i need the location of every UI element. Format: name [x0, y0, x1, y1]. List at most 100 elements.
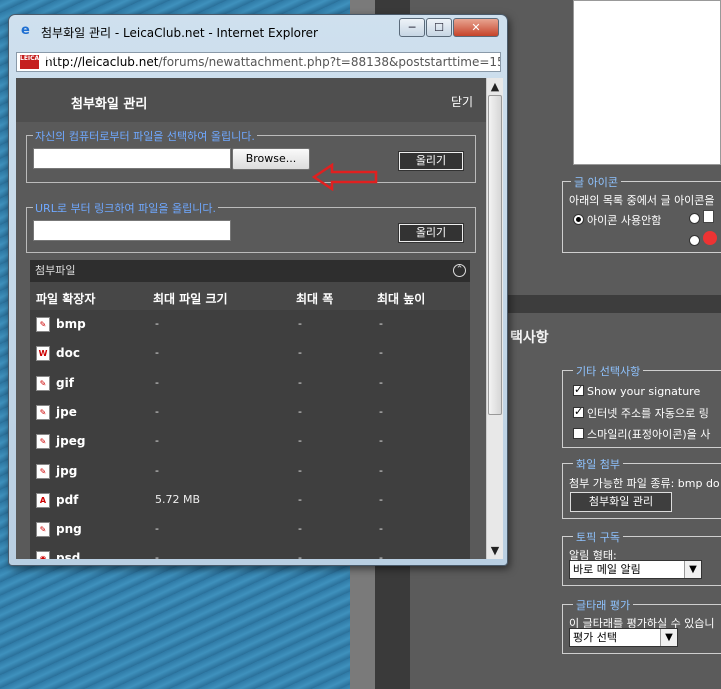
file-extension: pdf — [56, 492, 79, 507]
address-bar[interactable]: LEICA CLUB http://leicaclub.net/forums/n… — [16, 52, 501, 72]
attach-manager-header: 첨부화일 관리 닫기 — [16, 78, 486, 122]
attachments-columns: 파일 확장자 최대 파일 크기 최대 폭 최대 높이 — [30, 282, 470, 310]
upload-url-button[interactable]: 올리기 — [398, 223, 464, 243]
window-title: 첨부화일 관리 - LeicaClub.net - Internet Explo… — [41, 26, 318, 40]
post-icon-legend: 글 아이콘 — [571, 174, 621, 190]
site-favicon: LEICA CLUB — [20, 55, 59, 69]
local-file-input[interactable] — [33, 148, 231, 169]
file-max-height: - — [379, 492, 383, 506]
file-type-row: ✎ jpg - - - — [30, 457, 470, 486]
smilies-option[interactable]: 스마일리(표정아이콘)을 사 — [573, 426, 710, 442]
close-link[interactable]: 닫기 — [451, 93, 473, 110]
file-type-row: ✎ png - - - — [30, 515, 470, 544]
file-type-row: Wdoc - - - — [30, 339, 470, 368]
browse-button[interactable]: Browse... — [232, 148, 310, 170]
upload-url-legend: URL로 부터 링크하여 파일을 올립니다. — [33, 200, 218, 216]
file-max-width: - — [298, 463, 302, 477]
file-max-size: - — [155, 317, 159, 330]
attach-manager-content: 첨부화일 관리 닫기 자신의 컴퓨터로부터 파일을 선택하여 올립니다. Bro… — [16, 78, 486, 559]
red-arrow-annotation — [312, 163, 378, 191]
angry-face-icon — [703, 231, 717, 245]
background-band — [505, 295, 721, 313]
notify-select[interactable]: 바로 메일 알림 ▼ — [569, 560, 702, 579]
attach-manager-button[interactable]: 첨부화일 관리 — [570, 492, 672, 512]
file-max-height: - — [379, 346, 383, 360]
chevron-down-icon: ▼ — [684, 561, 701, 578]
file-max-width: - — [298, 375, 302, 389]
col-max-size: 최대 파일 크기 — [153, 292, 228, 306]
file-max-width: - — [298, 346, 302, 360]
rating-select[interactable]: 평가 선택 ▼ — [569, 628, 678, 647]
attach-legend: 화일 첨부 — [573, 456, 623, 472]
post-icon-desc: 아래의 목록 중에서 글 아이콘을 — [569, 194, 715, 207]
file-max-height: - — [379, 434, 383, 448]
maximize-button[interactable]: ☐ — [426, 18, 452, 37]
upload-url-fieldset: URL로 부터 링크하여 파일을 올립니다. 올리기 — [26, 200, 476, 253]
file-extension: gif — [56, 375, 74, 390]
url-input[interactable] — [33, 220, 231, 241]
file-max-height: - — [379, 551, 383, 559]
scroll-up-icon[interactable]: ▲ — [487, 78, 503, 95]
close-button[interactable]: ✕ — [453, 18, 499, 37]
address-path: /forums/newattachment.php?t=88138&postst… — [158, 55, 501, 69]
attachments-panel: 첨부파일 ⌃ 파일 확장자 최대 파일 크기 최대 폭 최대 높이 ✎ bmp - -… — [30, 260, 470, 559]
file-max-size: - — [155, 551, 159, 559]
file-max-size: - — [155, 404, 159, 418]
upload-local-legend: 자신의 컴퓨터로부터 파일을 선택하여 올립니다. — [33, 128, 257, 144]
icon-option-2[interactable] — [689, 231, 717, 248]
attach-types: 첨부 가능한 파일 종류: bmp do — [569, 477, 720, 490]
scroll-thumb[interactable] — [488, 95, 502, 415]
vertical-scrollbar[interactable]: ▲ ▼ — [486, 78, 503, 559]
file-max-height: - — [379, 522, 383, 536]
file-extension: jpe — [56, 404, 77, 419]
internet-explorer-icon: e — [21, 23, 30, 38]
file-max-width: - — [298, 522, 302, 536]
psd-file-icon: ◉ — [36, 551, 50, 559]
image-file-icon: ✎ — [36, 463, 50, 479]
file-max-size: - — [155, 346, 159, 360]
image-file-icon: ✎ — [36, 522, 50, 538]
upload-local-button[interactable]: 올리기 — [398, 151, 464, 171]
image-file-icon: ✎ — [36, 434, 50, 450]
collapse-icon[interactable]: ⌃ — [453, 264, 466, 277]
ie-popup-window: e 첨부화일 관리 - LeicaClub.net - Internet Exp… — [8, 14, 508, 566]
attach-fieldset: 화일 첨부 첨부 가능한 파일 종류: bmp do 첨부화일 관리 — [562, 456, 721, 519]
file-type-row: ✎ gif - - - — [30, 369, 470, 398]
file-max-width: - — [298, 317, 302, 330]
col-extension: 파일 확장자 — [36, 292, 96, 306]
autolink-checkbox[interactable] — [573, 405, 584, 418]
icon-radio-2[interactable] — [689, 235, 700, 246]
file-type-row: ◉ psd - - - — [30, 544, 470, 559]
smilies-checkbox[interactable] — [573, 428, 584, 439]
no-icon-option[interactable]: 아이콘 사용안함 — [573, 212, 661, 228]
file-type-row: ✎ bmp - - - — [30, 310, 470, 339]
file-type-row: ✎ jpe - - - — [30, 398, 470, 427]
chevron-down-icon: ▼ — [660, 629, 677, 646]
file-extension: bmp — [56, 317, 86, 331]
file-max-height: - — [379, 317, 383, 330]
signature-checkbox[interactable] — [573, 383, 584, 396]
file-extension: jpeg — [56, 434, 86, 449]
no-icon-radio[interactable] — [573, 214, 584, 225]
rating-fieldset: 글타래 평가 이 글타래를 평가하실 수 있습니 평가 선택 ▼ — [562, 597, 721, 654]
file-max-size: - — [155, 375, 159, 389]
icon-radio-1[interactable] — [689, 213, 700, 224]
file-max-width: - — [298, 492, 302, 506]
signature-option[interactable]: Show your signature — [573, 383, 700, 398]
autolink-option[interactable]: 인터넷 주소를 자동으로 링 — [573, 405, 709, 421]
scroll-down-icon[interactable]: ▼ — [487, 542, 503, 559]
upload-local-fieldset: 자신의 컴퓨터로부터 파일을 선택하여 올립니다. Browse... 올리기 — [26, 128, 476, 183]
options-section-title: 택사항 — [510, 330, 549, 346]
icon-option-1[interactable] — [689, 210, 714, 226]
file-extension: jpg — [56, 463, 78, 478]
misc-options-fieldset: 기타 선택사항 Show your signature 인터넷 주소를 자동으로… — [562, 363, 721, 448]
message-editor-area[interactable] — [573, 0, 721, 165]
file-max-height: - — [379, 404, 383, 418]
minimize-button[interactable]: ─ — [399, 18, 425, 37]
misc-options-legend: 기타 선택사항 — [573, 363, 644, 379]
file-max-size: 5.72 MB — [155, 492, 201, 506]
file-type-row: Apdf 5.72 MB - - — [30, 486, 470, 515]
file-max-size: - — [155, 463, 159, 477]
file-extension: doc — [56, 346, 80, 361]
pdf-file-icon: A — [36, 492, 50, 508]
